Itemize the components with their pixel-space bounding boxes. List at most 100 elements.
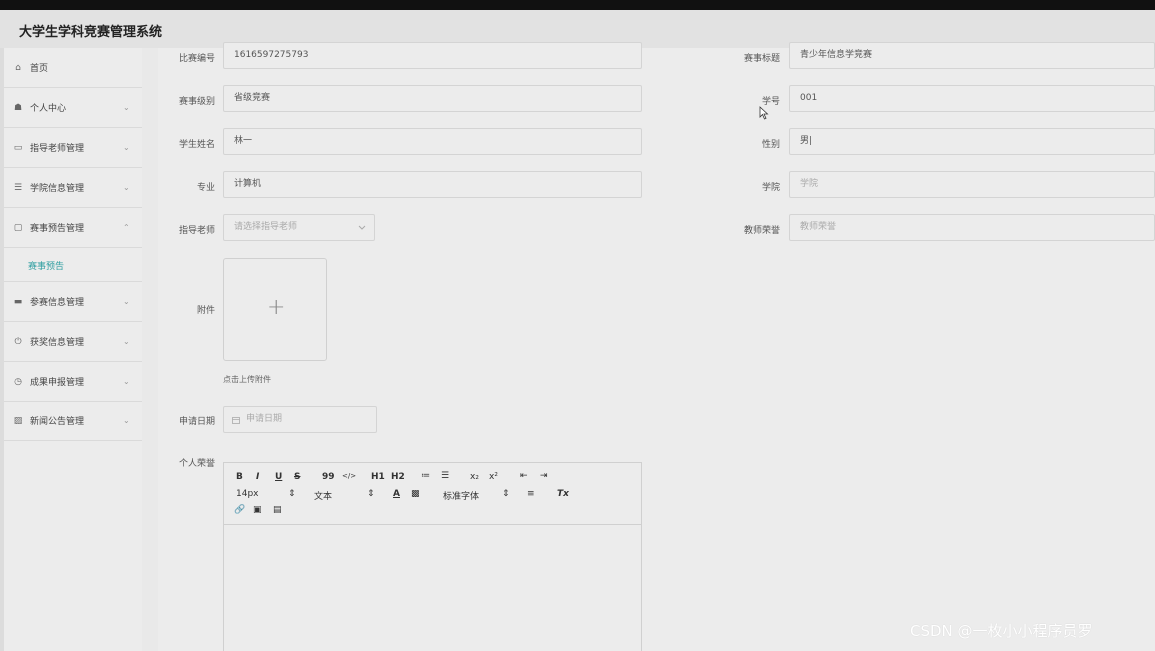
chart-icon: ▨ bbox=[13, 415, 23, 426]
list-icon: ☰ bbox=[13, 182, 23, 193]
header-format-select[interactable]: 文本 bbox=[314, 489, 332, 502]
mouse-cursor-icon bbox=[759, 106, 769, 120]
subscript-icon[interactable]: x₂ bbox=[470, 472, 479, 482]
attachment-upload-button[interactable]: + bbox=[223, 258, 327, 361]
chevron-down-icon: ⌄ bbox=[123, 337, 130, 346]
message-icon: ▢ bbox=[13, 222, 23, 233]
chevron-up-icon: ⌃ bbox=[123, 223, 130, 232]
font-family-select[interactable]: 标准字体 bbox=[443, 489, 479, 502]
gender-field[interactable]: 男| bbox=[789, 128, 1155, 155]
clock-icon: ◷ bbox=[14, 376, 22, 387]
image-icon[interactable]: ▣ bbox=[253, 505, 262, 515]
bullet-list-icon[interactable]: ☰ bbox=[441, 471, 449, 481]
user-icon: ☗ bbox=[13, 102, 23, 113]
sidebar-item-home[interactable]: ⌂ 首页 bbox=[4, 48, 142, 88]
rich-text-editor[interactable]: B I U S 99 </> H1 H2 ≔ ☰ x₂ x² ⇤ ⇥ 14px … bbox=[223, 462, 642, 651]
power-icon: ⏻ bbox=[14, 336, 22, 347]
sidebar-item-label: 获奖信息管理 bbox=[30, 338, 85, 348]
sidebar-item-event-preview-management[interactable]: ▢ 赛事预告管理 ⌃ bbox=[4, 208, 142, 248]
teacher-honor-label: 教师荣誉 bbox=[743, 226, 780, 236]
font-size-arrow-icon: ⇕ bbox=[288, 489, 296, 499]
sidebar-item-label: 个人中心 bbox=[30, 104, 67, 114]
event-level-field[interactable]: 省级竞赛 bbox=[223, 85, 642, 112]
major-field[interactable]: 计算机 bbox=[223, 171, 642, 198]
college-field[interactable]: 学院 bbox=[789, 171, 1155, 198]
sidebar-item-label: 学院信息管理 bbox=[30, 184, 85, 194]
gender-label: 性别 bbox=[761, 140, 780, 150]
sidebar-item-advisor-management[interactable]: ▭ 指导老师管理 ⌄ bbox=[4, 128, 142, 168]
sidebar-item-label: 赛事预告管理 bbox=[30, 224, 85, 234]
bold-icon[interactable]: B bbox=[236, 472, 243, 482]
competition-no-field[interactable]: 1616597275793 bbox=[223, 42, 642, 69]
header-format-arrow-icon: ⇕ bbox=[367, 489, 375, 499]
advisor-label: 指导老师 bbox=[178, 226, 215, 236]
plus-icon: + bbox=[267, 295, 286, 320]
advisor-select[interactable]: 请选择指导老师 bbox=[223, 214, 375, 241]
major-label: 专业 bbox=[196, 183, 215, 193]
competition-no-label: 比赛编号 bbox=[178, 54, 215, 64]
college-label: 学院 bbox=[761, 183, 780, 193]
quote-icon[interactable]: 99 bbox=[322, 472, 335, 482]
sidebar-item-participation-management[interactable]: ▬ 参赛信息管理 ⌄ bbox=[4, 282, 142, 322]
id-card-icon: ▭ bbox=[13, 142, 23, 153]
link-icon[interactable]: 🔗 bbox=[234, 505, 245, 515]
underline-icon[interactable]: U bbox=[275, 472, 282, 482]
chevron-down-icon: ⌄ bbox=[123, 377, 130, 386]
teacher-honor-field[interactable]: 教师荣誉 bbox=[789, 214, 1155, 241]
indent-icon[interactable]: ⇥ bbox=[540, 471, 548, 481]
student-no-label: 学号 bbox=[761, 97, 780, 107]
font-family-arrow-icon: ⇕ bbox=[502, 489, 510, 499]
sidebar-item-college-management[interactable]: ☰ 学院信息管理 ⌄ bbox=[4, 168, 142, 208]
home-icon: ⌂ bbox=[15, 62, 21, 73]
main-form: 比赛编号 1616597275793 赛事标题 青少年信息学竞赛 赛事级别 省级… bbox=[158, 42, 1155, 651]
sidebar-item-personal-center[interactable]: ☗ 个人中心 ⌄ bbox=[4, 88, 142, 128]
event-level-label: 赛事级别 bbox=[178, 97, 215, 107]
apply-date-label: 申请日期 bbox=[178, 417, 215, 427]
strike-icon[interactable]: S bbox=[294, 472, 300, 482]
monitor-icon: ▬ bbox=[13, 296, 23, 307]
chevron-down-icon: ⌄ bbox=[123, 183, 130, 192]
font-color-icon[interactable]: A bbox=[393, 489, 400, 499]
align-icon[interactable]: ≡ bbox=[527, 489, 535, 499]
top-bar bbox=[0, 0, 1155, 10]
outdent-icon[interactable]: ⇤ bbox=[520, 471, 528, 481]
sidebar-item-label: 新闻公告管理 bbox=[30, 417, 85, 427]
italic-icon[interactable]: I bbox=[256, 472, 259, 482]
clear-format-icon[interactable]: Tx bbox=[557, 489, 569, 499]
advisor-select-placeholder: 请选择指导老师 bbox=[234, 222, 298, 232]
sidebar-item-label: 成果申报管理 bbox=[30, 378, 85, 388]
watermark: CSDN @一枚小小程序员罗 bbox=[910, 622, 1093, 640]
app-title: 大学生学科竞赛管理系统 bbox=[19, 25, 163, 40]
chevron-down-icon: ⌄ bbox=[123, 297, 130, 306]
sidebar-item-achievement-management[interactable]: ◷ 成果申报管理 ⌄ bbox=[4, 362, 142, 402]
student-name-field[interactable]: 林一 bbox=[223, 128, 642, 155]
sidebar: ⌂ 首页 ☗ 个人中心 ⌄ ▭ 指导老师管理 ⌄ ☰ 学院信息管理 ⌄ ▢ 赛事… bbox=[0, 48, 142, 651]
background-color-icon[interactable]: ▩ bbox=[411, 489, 420, 499]
event-title-label: 赛事标题 bbox=[743, 54, 780, 64]
apply-date-placeholder: 申请日期 bbox=[246, 414, 283, 424]
chevron-down-icon: ⌄ bbox=[123, 143, 130, 152]
sidebar-item-label: 首页 bbox=[30, 64, 49, 74]
ordered-list-icon[interactable]: ≔ bbox=[421, 471, 430, 481]
superscript-icon[interactable]: x² bbox=[489, 472, 498, 482]
student-name-label: 学生姓名 bbox=[178, 140, 215, 150]
sidebar-item-label: 参赛信息管理 bbox=[30, 298, 85, 308]
heading2-icon[interactable]: H2 bbox=[391, 472, 405, 482]
student-no-field[interactable]: 001 bbox=[789, 85, 1155, 112]
sidebar-item-award-management[interactable]: ⏻ 获奖信息管理 ⌄ bbox=[4, 322, 142, 362]
apply-date-picker[interactable]: 申请日期 bbox=[223, 406, 377, 433]
heading1-icon[interactable]: H1 bbox=[371, 472, 385, 482]
event-title-field[interactable]: 青少年信息学竞赛 bbox=[789, 42, 1155, 69]
calendar-icon bbox=[232, 417, 240, 424]
upload-tip: 点击上传附件 bbox=[223, 375, 271, 384]
chevron-down-icon: ⌄ bbox=[123, 103, 130, 112]
chevron-down-icon: ⌄ bbox=[123, 416, 130, 425]
attachment-label: 附件 bbox=[196, 306, 215, 316]
chevron-down-icon bbox=[358, 225, 366, 230]
sidebar-item-news-management[interactable]: ▨ 新闻公告管理 ⌄ bbox=[4, 401, 142, 441]
code-block-icon[interactable]: </> bbox=[342, 472, 356, 480]
font-size-select[interactable]: 14px bbox=[236, 489, 259, 499]
sidebar-subitem-event-preview[interactable]: 赛事预告 bbox=[4, 248, 142, 282]
personal-honor-label: 个人荣誉 bbox=[178, 459, 215, 469]
video-icon[interactable]: ▤ bbox=[273, 505, 282, 515]
